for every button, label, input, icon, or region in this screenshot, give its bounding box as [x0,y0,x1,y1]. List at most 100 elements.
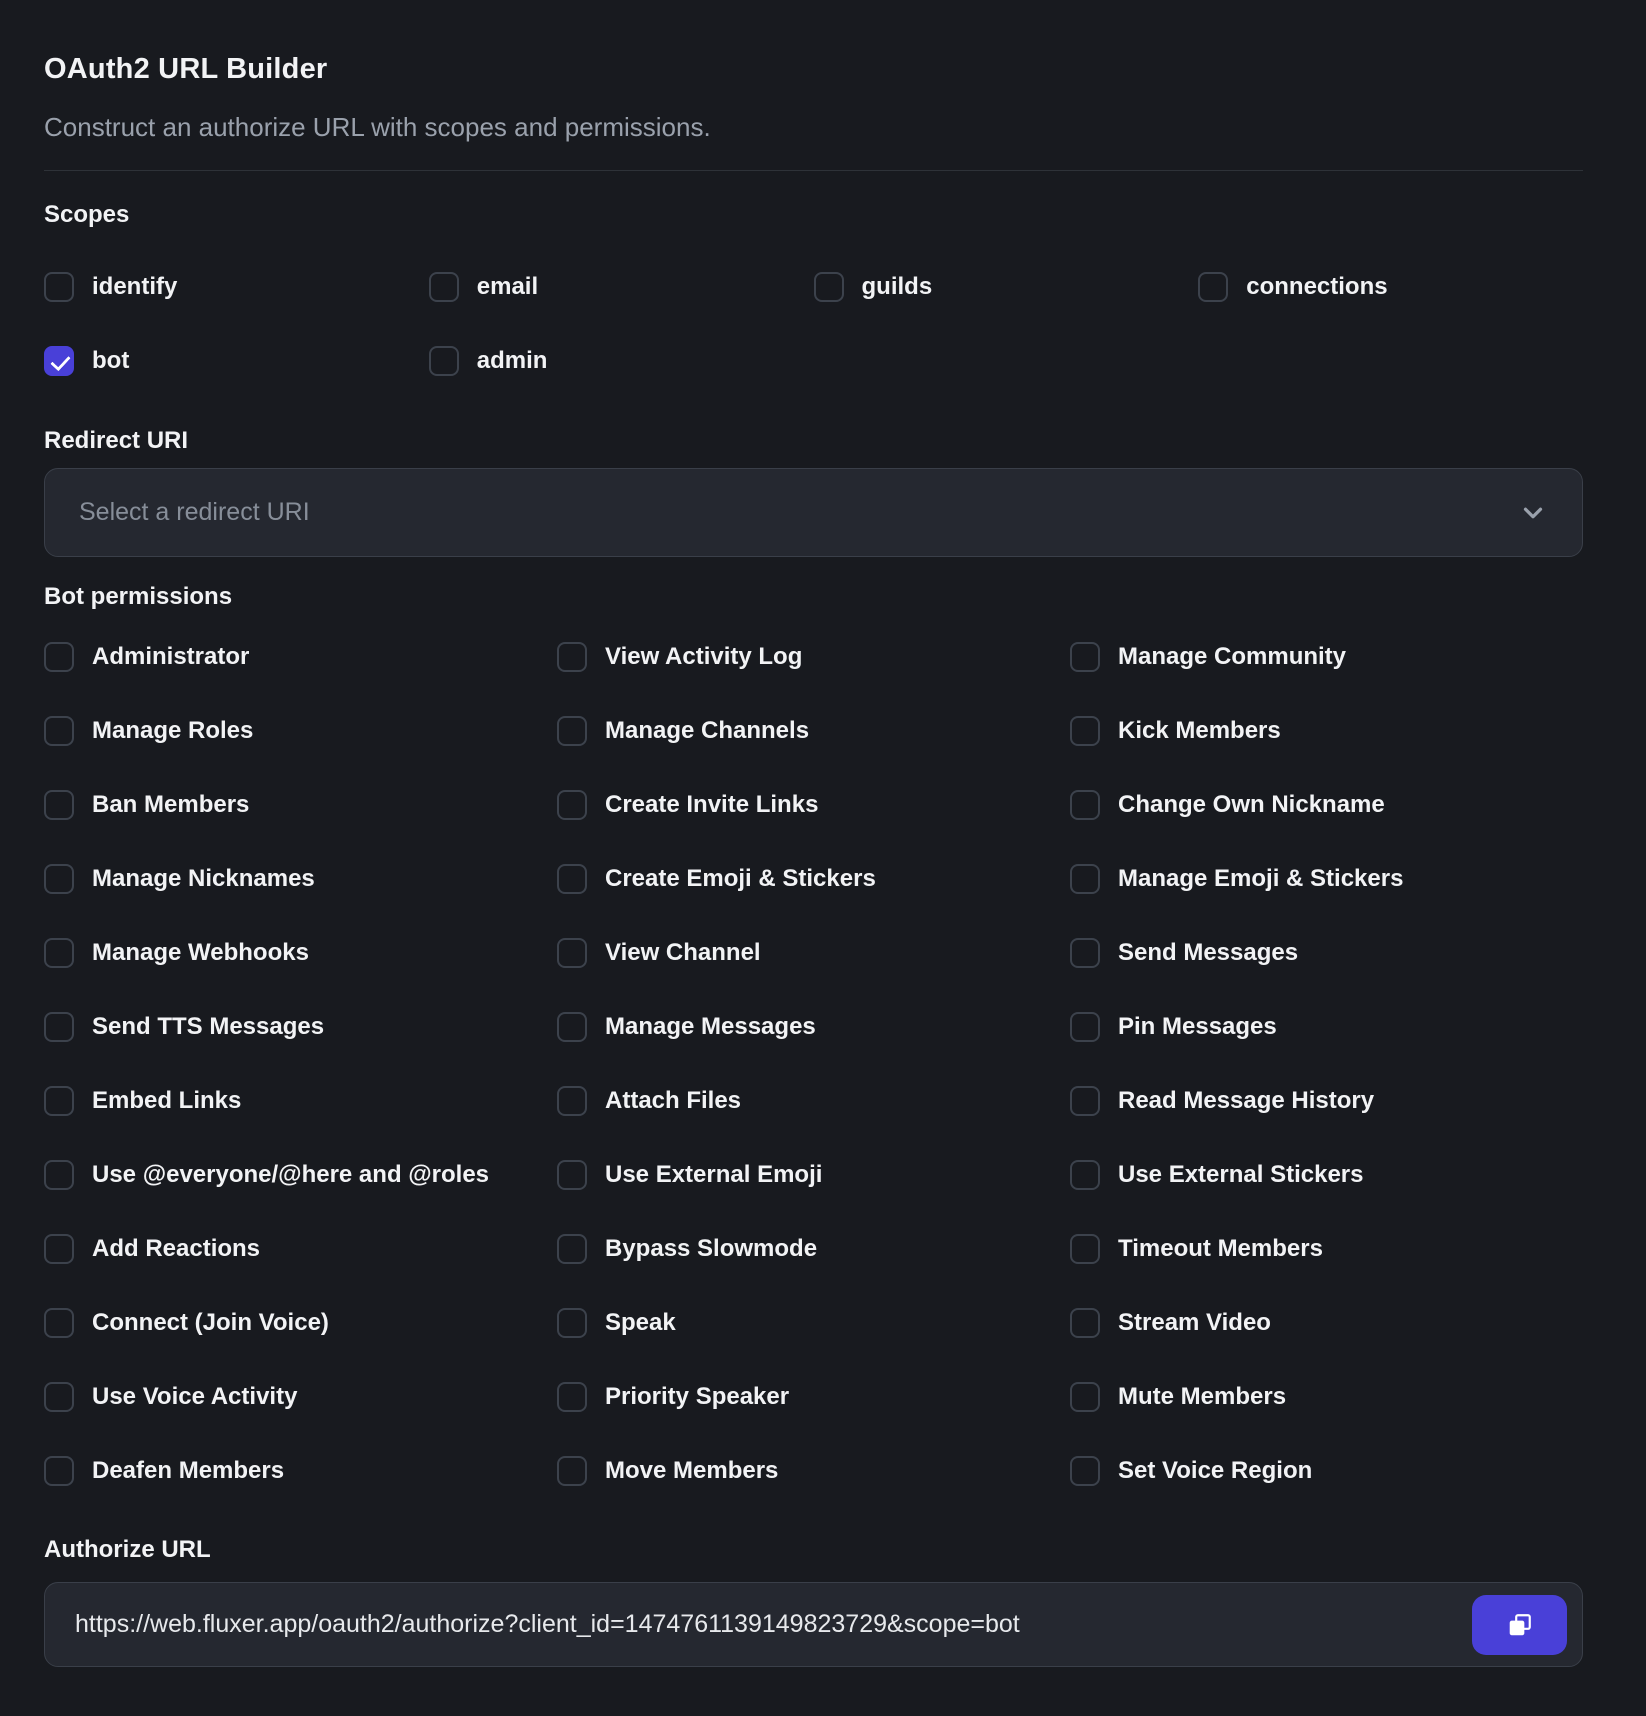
permission-checkbox-item[interactable]: Use Voice Activity [44,1382,557,1412]
permission-checkbox-item[interactable]: Manage Community [1070,642,1583,672]
permission-checkbox[interactable] [1070,1234,1100,1264]
permission-checkbox[interactable] [1070,642,1100,672]
copy-url-button[interactable] [1472,1595,1567,1655]
permission-checkbox[interactable] [557,790,587,820]
permission-checkbox-item[interactable]: Timeout Members [1070,1234,1583,1264]
scope-checkbox-label: identify [92,272,177,302]
permission-checkbox-item[interactable]: Deafen Members [44,1456,557,1486]
permission-checkbox[interactable] [44,938,74,968]
permission-checkbox[interactable] [1070,790,1100,820]
permission-checkbox-item[interactable]: Send Messages [1070,938,1583,968]
scope-checkbox-item[interactable]: email [429,272,814,302]
scope-checkbox-item[interactable]: guilds [814,272,1199,302]
permission-checkbox[interactable] [44,1160,74,1190]
permission-checkbox-label: Manage Emoji & Stickers [1118,864,1403,894]
scope-checkbox-item[interactable]: connections [1198,272,1583,302]
permission-checkbox[interactable] [1070,1160,1100,1190]
permission-checkbox[interactable] [1070,1086,1100,1116]
permission-checkbox[interactable] [557,1382,587,1412]
permission-checkbox[interactable] [557,1308,587,1338]
permission-checkbox[interactable] [1070,1012,1100,1042]
permission-checkbox[interactable] [44,1308,74,1338]
permission-checkbox-item[interactable]: Mute Members [1070,1382,1583,1412]
permission-checkbox-item[interactable]: Stream Video [1070,1308,1583,1338]
permission-checkbox-item[interactable]: Manage Messages [557,1012,1070,1042]
permission-checkbox-item[interactable]: Attach Files [557,1086,1070,1116]
permission-checkbox[interactable] [44,1456,74,1486]
permission-checkbox-label: Read Message History [1118,1086,1374,1116]
permission-checkbox-label: Ban Members [92,790,249,820]
permission-checkbox-item[interactable]: Manage Webhooks [44,938,557,968]
permission-checkbox-item[interactable]: Send TTS Messages [44,1012,557,1042]
permission-checkbox[interactable] [557,1234,587,1264]
permission-checkbox-item[interactable]: Add Reactions [44,1234,557,1264]
permission-checkbox-item[interactable]: View Channel [557,938,1070,968]
permission-checkbox[interactable] [557,938,587,968]
permission-checkbox-item[interactable]: Connect (Join Voice) [44,1308,557,1338]
permission-checkbox-item[interactable]: Manage Nicknames [44,864,557,894]
permission-checkbox-item[interactable]: Create Invite Links [557,790,1070,820]
permission-checkbox[interactable] [557,1456,587,1486]
permission-checkbox-label: Mute Members [1118,1382,1286,1412]
permission-checkbox-label: Add Reactions [92,1234,260,1264]
redirect-uri-select[interactable]: Select a redirect URI [44,468,1583,557]
permission-checkbox-item[interactable]: Create Emoji & Stickers [557,864,1070,894]
permission-checkbox[interactable] [1070,938,1100,968]
permission-checkbox-item[interactable]: Use External Stickers [1070,1160,1583,1190]
permission-checkbox[interactable] [44,1086,74,1116]
permission-checkbox[interactable] [1070,716,1100,746]
permission-checkbox[interactable] [1070,1308,1100,1338]
permission-checkbox-item[interactable]: Administrator [44,642,557,672]
scope-checkbox-item[interactable]: identify [44,272,429,302]
scope-checkbox[interactable] [429,346,459,376]
permission-checkbox-label: Bypass Slowmode [605,1234,817,1264]
scope-checkbox[interactable] [44,272,74,302]
permission-checkbox[interactable] [1070,864,1100,894]
permission-checkbox-item[interactable]: Manage Roles [44,716,557,746]
permission-checkbox[interactable] [44,790,74,820]
permission-checkbox[interactable] [557,716,587,746]
scope-checkbox-item[interactable]: admin [429,346,814,376]
permission-checkbox-item[interactable]: Set Voice Region [1070,1456,1583,1486]
permission-checkbox[interactable] [1070,1382,1100,1412]
permission-checkbox-item[interactable]: Read Message History [1070,1086,1583,1116]
permission-checkbox-item[interactable]: Priority Speaker [557,1382,1070,1412]
permission-checkbox[interactable] [44,642,74,672]
permission-checkbox-label: View Activity Log [605,642,802,672]
scope-checkbox-label: admin [477,346,548,376]
permission-checkbox-item[interactable]: Use @everyone/@here and @roles [44,1160,557,1190]
permission-checkbox[interactable] [44,716,74,746]
scope-checkbox[interactable] [44,346,74,376]
permission-checkbox-item[interactable]: Bypass Slowmode [557,1234,1070,1264]
permission-checkbox[interactable] [557,864,587,894]
permission-checkbox-item[interactable]: Move Members [557,1456,1070,1486]
permission-checkbox[interactable] [44,864,74,894]
permission-checkbox-item[interactable]: Use External Emoji [557,1160,1070,1190]
permission-checkbox-item[interactable]: Manage Channels [557,716,1070,746]
permission-checkbox-item[interactable]: Embed Links [44,1086,557,1116]
permission-checkbox[interactable] [44,1012,74,1042]
scope-checkbox[interactable] [429,272,459,302]
scopes-grid: identify email guilds connections bot [44,272,1583,376]
permission-checkbox[interactable] [557,1012,587,1042]
redirect-uri-placeholder: Select a redirect URI [79,498,1518,527]
permission-checkbox[interactable] [557,1160,587,1190]
authorize-url-value[interactable]: https://web.fluxer.app/oauth2/authorize?… [75,1610,1472,1639]
scope-checkbox[interactable] [814,272,844,302]
permission-checkbox-label: Set Voice Region [1118,1456,1312,1486]
permission-checkbox-item[interactable]: Ban Members [44,790,557,820]
permission-checkbox-item[interactable]: Change Own Nickname [1070,790,1583,820]
permission-checkbox-item[interactable]: Pin Messages [1070,1012,1583,1042]
permission-checkbox-item[interactable]: View Activity Log [557,642,1070,672]
permission-checkbox[interactable] [557,642,587,672]
permission-checkbox[interactable] [1070,1456,1100,1486]
permission-checkbox[interactable] [557,1086,587,1116]
scope-checkbox-item[interactable]: bot [44,346,429,376]
permission-checkbox[interactable] [44,1382,74,1412]
permission-checkbox-item[interactable]: Manage Emoji & Stickers [1070,864,1583,894]
permission-checkbox-item[interactable]: Speak [557,1308,1070,1338]
permission-checkbox-item[interactable]: Kick Members [1070,716,1583,746]
permission-checkbox[interactable] [44,1234,74,1264]
permission-checkbox-label: Manage Roles [92,716,253,746]
scope-checkbox[interactable] [1198,272,1228,302]
